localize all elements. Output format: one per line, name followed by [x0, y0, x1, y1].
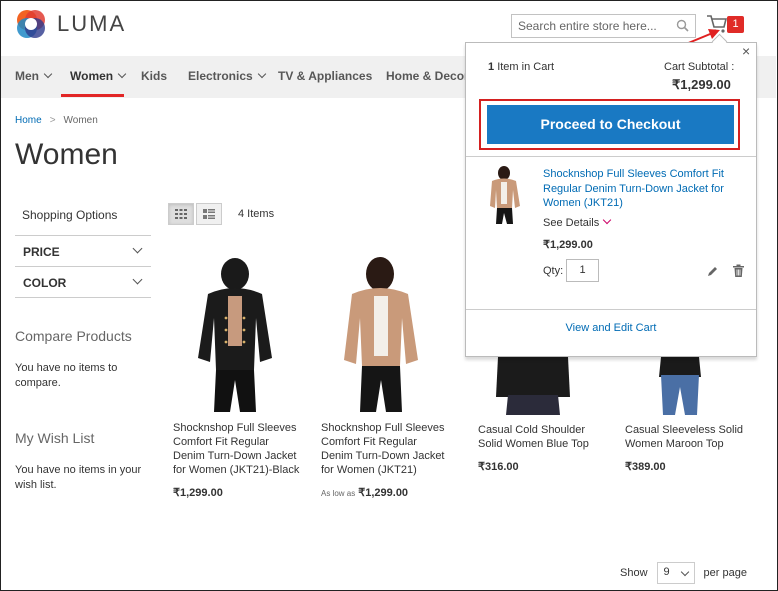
page-title: Women: [15, 138, 118, 171]
list-icon: [203, 209, 215, 219]
product-price-2: ₹1,299.00: [358, 487, 409, 499]
compare-products-heading: Compare Products: [15, 328, 132, 344]
qty-label: Qty:: [543, 265, 564, 277]
product-image-maroon-top[interactable]: [625, 357, 735, 415]
per-page-label: per page: [703, 567, 747, 579]
minicart-product-name[interactable]: Shocknshop Full Sleeves Comfort Fit Regu…: [543, 167, 738, 211]
minicart-product-thumbnail[interactable]: [480, 166, 530, 224]
minicart-count-label: Item in Cart: [497, 61, 555, 73]
chevron-down-icon: [117, 69, 127, 79]
store-logo[interactable]: LUMA: [15, 8, 126, 40]
grid-view-button[interactable]: [168, 203, 194, 225]
chevron-down-icon: [132, 274, 143, 285]
brand-name: LUMA: [57, 11, 127, 36]
nav-label: Women: [70, 69, 114, 83]
nav-label: Electronics: [188, 69, 253, 83]
product-price-2-row: As low as ₹1,299.00: [321, 486, 408, 499]
list-view-button[interactable]: [196, 203, 222, 225]
cart-subtotal-label: Cart Subtotal :: [664, 61, 735, 73]
minicart-product-price: ₹1,299.00: [543, 239, 593, 251]
breadcrumb-separator: >: [49, 115, 56, 126]
product-name-4[interactable]: Casual Sleeveless Solid Women Maroon Top: [625, 423, 755, 451]
limiter-toolbar: Show 9 per page: [620, 562, 747, 584]
product-price-4: ₹389.00: [625, 461, 666, 473]
nav-item-home-decor[interactable]: Home & Decor: [386, 69, 469, 83]
nav-item-kids[interactable]: Kids: [141, 69, 167, 83]
qty-input[interactable]: 1: [566, 259, 599, 282]
nav-item-men[interactable]: Men: [15, 69, 53, 83]
chevron-down-icon: [257, 69, 266, 79]
black-jacket-image: [198, 258, 272, 412]
grid-icon: [175, 209, 187, 219]
proceed-to-checkout-button[interactable]: Proceed to Checkout: [487, 105, 734, 144]
active-nav-underline: [61, 94, 124, 97]
filter-price[interactable]: PRICE: [15, 235, 151, 266]
breadcrumb-current: Women: [63, 115, 98, 126]
product-image-blue-top[interactable]: [478, 357, 588, 415]
cart-subtotal-value: ₹1,299.00: [672, 77, 731, 92]
minicart-divider: [466, 309, 756, 310]
breadcrumb-home[interactable]: Home: [15, 115, 42, 126]
as-low-as-label: As low as: [321, 489, 356, 498]
chevron-down-icon: [680, 567, 689, 577]
wishlist-empty-text: You have no items in your wish list.: [15, 464, 142, 491]
product-price-3: ₹316.00: [478, 461, 519, 473]
see-details-label: See Details: [543, 217, 600, 229]
product-image-tan-jacket[interactable]: [318, 256, 448, 412]
nav-label: Kids: [141, 69, 168, 83]
limiter-select[interactable]: 9: [656, 562, 695, 584]
nav-label: Home & Decor: [386, 69, 469, 83]
edit-icon[interactable]: [706, 265, 719, 278]
nav-item-women[interactable]: Women: [70, 69, 127, 83]
product-name-1[interactable]: Shocknshop Full Sleeves Comfort Fit Regu…: [173, 421, 303, 477]
chevron-down-icon: [603, 215, 612, 225]
product-price-1: ₹1,299.00: [173, 487, 223, 499]
nav-item-tv-appliances[interactable]: TV & Appliances: [278, 69, 372, 83]
see-details-toggle[interactable]: See Details: [543, 215, 612, 229]
chevron-down-icon: [132, 243, 143, 254]
maroon-top-image: [659, 357, 701, 415]
close-icon[interactable]: ×: [742, 43, 750, 59]
wishlist-heading: My Wish List: [15, 430, 95, 446]
limiter-value: 9: [663, 566, 670, 578]
blue-top-image: [496, 357, 570, 415]
chevron-down-icon: [43, 69, 53, 79]
nav-item-electronics[interactable]: Electronics: [188, 69, 266, 83]
minicart-divider: [466, 156, 756, 157]
minicart-item-count: 1 Item in Cart: [488, 61, 554, 73]
toolbar-item-count: 4 Items: [238, 208, 275, 220]
product-name-3[interactable]: Casual Cold Shoulder Solid Women Blue To…: [478, 423, 608, 451]
nav-label: TV & Appliances: [278, 69, 373, 83]
shopping-options-heading: Shopping Options: [22, 208, 118, 222]
filter-label: PRICE: [23, 245, 60, 259]
tan-jacket-thumbnail: [490, 166, 520, 224]
compare-empty-text: You have no items to compare.: [15, 362, 118, 389]
product-name-2[interactable]: Shocknshop Full Sleeves Comfort Fit Regu…: [321, 421, 451, 477]
product-image-black-jacket[interactable]: [170, 258, 300, 412]
view-and-edit-cart-link[interactable]: View and Edit Cart: [466, 322, 756, 334]
show-label: Show: [620, 567, 648, 579]
luma-logo-icon: [17, 10, 45, 38]
filter-label: COLOR: [23, 276, 67, 290]
tan-jacket-image: [344, 257, 418, 412]
minicart-count-number: 1: [488, 61, 495, 73]
breadcrumb: Home > Women: [15, 115, 98, 126]
nav-label: Men: [15, 69, 39, 83]
trash-icon[interactable]: [732, 264, 745, 278]
filter-color[interactable]: COLOR: [15, 266, 151, 298]
